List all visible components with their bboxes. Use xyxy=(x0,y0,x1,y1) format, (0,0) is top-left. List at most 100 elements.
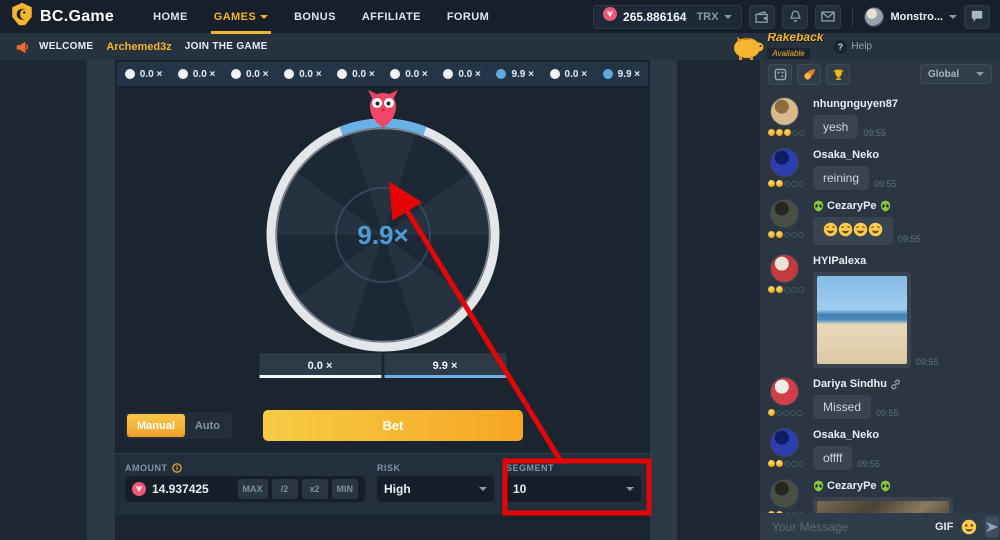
info-icon[interactable] xyxy=(172,463,182,473)
avatar[interactable] xyxy=(770,428,799,457)
fireball-icon xyxy=(802,68,816,81)
alien-emoji-icon xyxy=(880,200,891,212)
chat-channel-select[interactable]: Global xyxy=(920,64,992,84)
legend-item-high[interactable]: 9.9 × xyxy=(384,353,506,378)
menu-item-bonus[interactable]: BONUS xyxy=(281,0,349,33)
empty-medal-icon xyxy=(776,410,782,416)
game-frame: 0.0 ×0.0 ×0.0 ×0.0 ×0.0 ×0.0 ×0.0 ×9.9 ×… xyxy=(87,60,677,540)
help-button[interactable]: ? Help xyxy=(833,40,872,54)
piggy-bank-icon xyxy=(731,34,765,60)
laughing-emoji-icon xyxy=(853,222,868,237)
double-button[interactable]: x2 xyxy=(302,479,328,499)
balance-selector[interactable]: 265.886164 TRX xyxy=(593,5,742,29)
link-icon xyxy=(890,379,901,390)
chat-image-cat[interactable] xyxy=(817,501,949,513)
chat-username[interactable]: CezaryPe xyxy=(813,479,981,493)
chat-username[interactable]: CezaryPe xyxy=(813,199,921,213)
avatar[interactable] xyxy=(770,479,799,508)
amount-value[interactable]: 14.937425 xyxy=(152,482,234,496)
empty-medal-icon xyxy=(791,232,797,238)
gold-medal-icon xyxy=(776,231,783,238)
manual-mode-button[interactable]: Manual xyxy=(127,414,185,437)
chevron-down-icon xyxy=(724,15,732,19)
bet-row: Manual Auto Bet xyxy=(125,410,640,442)
auto-mode-button[interactable]: Auto xyxy=(185,414,230,437)
empty-medal-icon xyxy=(798,287,804,293)
chat-username[interactable]: nhungnguyen87 xyxy=(813,97,898,111)
menu-item-forum[interactable]: FORUM xyxy=(434,0,502,33)
menu-item-home[interactable]: HOME xyxy=(140,0,201,33)
avatar[interactable] xyxy=(770,97,799,126)
chat-message: nhungnguyen87yesh09:55 xyxy=(760,92,1000,143)
chevron-down-icon xyxy=(949,15,957,19)
welcome-player-name[interactable]: Archemed3z xyxy=(106,41,171,53)
wheel[interactable]: 9.9× xyxy=(263,115,503,355)
chat-messages[interactable]: nhungnguyen87yesh09:55Osaka_Nekoreining0… xyxy=(760,88,1000,513)
empty-medal-icon xyxy=(792,130,798,136)
empty-medal-icon xyxy=(791,287,797,293)
legend-low-bar xyxy=(259,375,381,378)
empty-medal-icon xyxy=(797,410,803,416)
segment-select[interactable]: 10 xyxy=(506,476,641,502)
empty-medal-icon xyxy=(791,461,797,467)
amount-label: AMOUNT xyxy=(125,463,168,473)
alien-emoji-icon xyxy=(880,480,891,492)
badge-row xyxy=(768,460,806,467)
avatar[interactable] xyxy=(770,377,799,406)
send-message-button[interactable] xyxy=(985,516,999,537)
min-button[interactable]: MIN xyxy=(332,479,359,499)
chat-channel-value: Global xyxy=(928,69,959,80)
message-timestamp: 09:55 xyxy=(898,234,921,245)
gold-medal-icon xyxy=(784,129,791,136)
hot-games-button[interactable] xyxy=(797,64,821,85)
emoji-picker-button[interactable] xyxy=(961,519,977,535)
bet-button[interactable]: Bet xyxy=(263,410,523,441)
chat-username[interactable]: Dariya Sindhu xyxy=(813,377,901,391)
chat-username[interactable]: Osaka_Neko xyxy=(813,428,880,442)
dice-button[interactable] xyxy=(768,64,792,85)
chat-username[interactable]: HYIPalexa xyxy=(813,254,939,268)
message-timestamp: 09:55 xyxy=(863,128,886,139)
chat-header: Global xyxy=(760,60,1000,88)
chevron-down-icon xyxy=(626,487,634,491)
bet-controls: AMOUNT 14.937425 MAX /2 x2 MIN xyxy=(115,453,650,515)
join-label: JOIN THE GAME xyxy=(185,41,268,52)
dice-icon xyxy=(774,68,787,81)
segment-label: SEGMENT xyxy=(506,463,554,473)
wallet-button[interactable] xyxy=(749,5,775,29)
chat-message: HYIPalexa09:55 xyxy=(760,249,1000,372)
notifications-button[interactable] xyxy=(782,5,808,29)
risk-select[interactable]: High xyxy=(377,476,494,502)
segment-group: SEGMENT 10 xyxy=(506,461,641,515)
chat-input-bar: GIF xyxy=(760,513,1000,540)
chat-username[interactable]: Osaka_Neko xyxy=(813,148,897,162)
gold-medal-icon xyxy=(776,180,783,187)
chat-image-beach[interactable] xyxy=(817,276,907,364)
legend-high-label: 9.9 × xyxy=(433,360,458,372)
half-button[interactable]: /2 xyxy=(272,479,298,499)
menu-item-games[interactable]: GAMES xyxy=(201,0,281,33)
top-navbar: BC.Game HOMEGAMESBONUSAFFILIATEFORUM 265… xyxy=(0,0,1000,33)
max-button[interactable]: MAX xyxy=(238,479,268,499)
chat-message: Dariya SindhuMissed09:55 xyxy=(760,372,1000,423)
user-menu[interactable]: Monstro... xyxy=(864,7,957,27)
question-icon: ? xyxy=(833,40,847,54)
messages-button[interactable] xyxy=(815,5,841,29)
legend-item-low[interactable]: 0.0 × xyxy=(259,353,381,378)
wheel-game-panel: 0.0 ×0.0 ×0.0 ×0.0 ×0.0 ×0.0 ×0.0 ×9.9 ×… xyxy=(115,60,650,540)
chat-toggle-button[interactable] xyxy=(964,5,990,29)
leaderboard-button[interactable] xyxy=(826,64,850,85)
brand[interactable]: BC.Game xyxy=(10,2,114,31)
chat-message-input[interactable] xyxy=(772,520,927,534)
rakeback-widget[interactable]: Rakeback Available xyxy=(731,32,823,61)
legend-high-bar xyxy=(384,375,506,378)
avatar[interactable] xyxy=(770,254,799,283)
legend-low-label: 0.0 × xyxy=(308,360,333,372)
amount-field[interactable]: 14.937425 MAX /2 x2 MIN xyxy=(125,476,365,502)
menu-item-affiliate[interactable]: AFFILIATE xyxy=(349,0,434,33)
message-timestamp: 09:55 xyxy=(876,408,899,419)
welcome-message: WELCOME Archemed3z JOIN THE GAME xyxy=(14,40,268,54)
avatar[interactable] xyxy=(770,148,799,177)
gif-button[interactable]: GIF xyxy=(935,521,953,533)
avatar[interactable] xyxy=(770,199,799,228)
